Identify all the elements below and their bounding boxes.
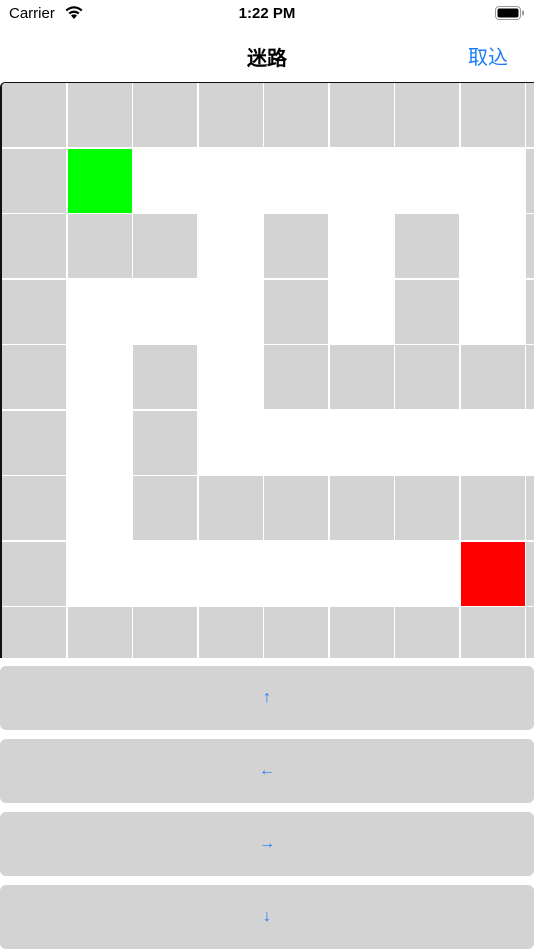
maze-cell-path — [329, 214, 396, 280]
maze-cell-wall — [198, 607, 263, 658]
maze-cell-path — [395, 410, 461, 477]
maze-cell-wall — [526, 83, 534, 147]
maze-cell-wall — [526, 214, 534, 278]
maze-cell-wall — [395, 345, 459, 409]
maze-cell-wall — [2, 410, 66, 475]
maze-cell-path — [460, 148, 527, 215]
page-title: 迷路 — [247, 48, 287, 70]
maze-cell-wall — [67, 83, 132, 147]
maze-cell-wall — [395, 607, 459, 658]
maze-cell-path — [264, 148, 330, 215]
maze-cell-wall — [2, 148, 66, 213]
status-bar: Carrier 1:22 PM — [0, 0, 534, 28]
arrow-right-icon: → — [259, 835, 275, 852]
maze-cell-path — [329, 148, 396, 215]
maze-cell-path — [264, 541, 330, 608]
maze-cell-wall — [395, 214, 459, 278]
move-down-button[interactable]: ↓ — [0, 885, 534, 949]
move-right-button[interactable]: → — [0, 812, 534, 876]
maze-cell-wall — [133, 410, 197, 475]
maze-cell-path — [67, 476, 134, 542]
maze-cell-path — [198, 214, 265, 280]
clock: 1:22 PM — [238, 5, 296, 22]
maze-cell-wall — [460, 345, 525, 409]
maze-cell-end — [460, 541, 525, 606]
maze-cell-path — [198, 345, 265, 411]
maze-cell-wall — [526, 345, 534, 409]
arrow-down-icon: ↓ — [263, 908, 271, 925]
maze-cell-wall — [264, 83, 328, 147]
maze-cell-wall — [460, 83, 525, 147]
maze-cell-wall — [133, 476, 197, 540]
maze-cell-wall — [2, 279, 66, 344]
maze-cell-path — [67, 279, 134, 346]
maze-cell-path — [133, 148, 199, 215]
battery-icon — [495, 6, 524, 20]
maze-cell-wall — [264, 607, 328, 658]
maze-cell-wall — [329, 83, 394, 147]
cancel-button[interactable]: 取込 — [468, 41, 508, 70]
arrow-up-icon: ↑ — [263, 689, 271, 706]
maze-cell-wall — [133, 214, 197, 278]
maze-cell-wall — [2, 345, 66, 409]
maze-cell-wall — [526, 541, 534, 606]
maze-cell-path — [395, 541, 461, 608]
maze-cell-wall — [526, 607, 534, 658]
maze-cell-path — [395, 148, 461, 215]
maze-cell-wall — [133, 83, 197, 147]
maze-cell-wall — [2, 83, 66, 147]
maze-cell-start — [67, 148, 132, 213]
maze-cell-wall — [395, 279, 459, 344]
maze-cell-wall — [329, 345, 394, 409]
maze-cell-wall — [2, 476, 66, 540]
maze-cell-path — [264, 410, 330, 477]
move-up-button[interactable]: ↑ — [0, 666, 534, 730]
maze-cell-wall — [395, 476, 459, 540]
maze-cell-path — [67, 410, 134, 477]
maze-cell-wall — [264, 279, 328, 344]
maze-cell-wall — [264, 476, 328, 540]
maze-cell-path — [329, 279, 396, 346]
maze-cell-wall — [460, 476, 525, 540]
maze-cell-wall — [329, 476, 394, 540]
maze-cell-wall — [460, 607, 525, 658]
maze-board — [0, 82, 534, 658]
maze-cell-path — [460, 214, 527, 280]
maze-cell-wall — [198, 476, 263, 540]
move-left-button[interactable]: ← — [0, 739, 534, 803]
maze-cell-path — [67, 345, 134, 411]
maze-cell-wall — [264, 214, 328, 278]
maze-cell-wall — [329, 607, 394, 658]
maze-cell-path — [329, 541, 396, 608]
maze-cell-path — [198, 148, 265, 215]
maze-cell-wall — [526, 148, 534, 213]
maze-cell-path — [198, 541, 265, 608]
maze-cell-wall — [2, 214, 66, 278]
navigation-bar: 迷路 取込 — [0, 28, 534, 82]
maze-cell-wall — [133, 345, 197, 409]
maze-cell-wall — [198, 83, 263, 147]
maze-cell-wall — [526, 279, 534, 344]
maze-cell-path — [460, 410, 527, 477]
arrow-left-icon: ← — [259, 762, 275, 779]
maze-cell-wall — [395, 83, 459, 147]
maze-cell-path — [460, 279, 527, 346]
maze-cell-wall — [67, 607, 132, 658]
maze-cell-wall — [2, 541, 66, 606]
maze-cell-path — [526, 410, 534, 477]
maze-cell-path — [198, 279, 265, 346]
maze-cell-wall — [67, 214, 132, 278]
maze-cell-wall — [526, 476, 534, 540]
maze-cell-path — [329, 410, 396, 477]
maze-cell-path — [198, 410, 265, 477]
maze-cell-path — [133, 541, 199, 608]
maze-cell-wall — [133, 607, 197, 658]
maze-cell-path — [133, 279, 199, 346]
maze-cell-path — [67, 541, 134, 608]
maze-cell-wall — [2, 607, 66, 658]
maze-cell-wall — [264, 345, 328, 409]
